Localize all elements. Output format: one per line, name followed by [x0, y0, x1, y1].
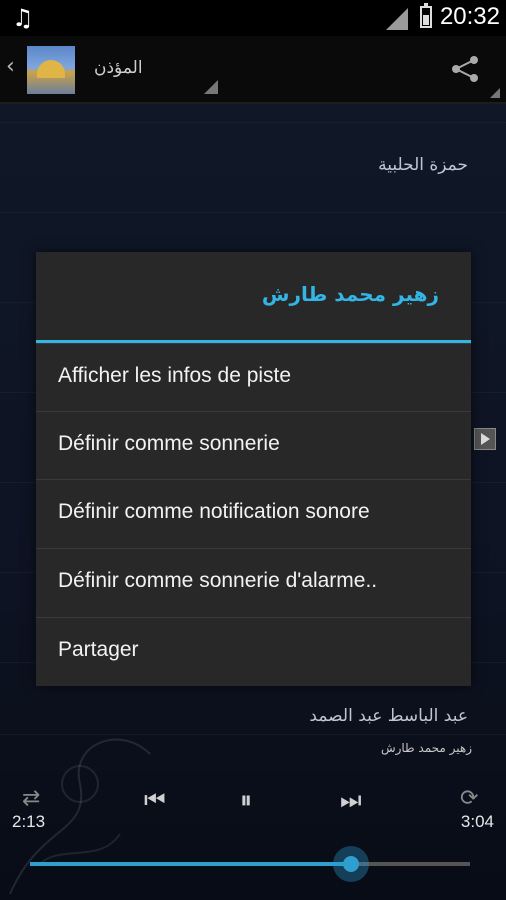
previous-icon[interactable]: ⏮	[144, 786, 166, 814]
seek-bar[interactable]	[30, 846, 470, 882]
action-bar-title: المؤذن	[94, 58, 143, 78]
share-icon[interactable]	[450, 54, 480, 84]
dialog-title: زهير محمد طارش	[261, 282, 439, 306]
battery-icon	[420, 3, 432, 28]
menu-item-track-info[interactable]: Afficher les infos de piste	[36, 343, 471, 411]
menu-item-label: Définir comme notification sonore	[58, 500, 370, 523]
action-bar: ‹ المؤذن	[0, 36, 506, 104]
menu-item-share[interactable]: Partager	[36, 617, 471, 685]
status-bar: ♫ 20:32	[0, 0, 506, 36]
dropdown-corner-icon	[204, 80, 218, 94]
menu-item-label: Définir comme sonnerie	[58, 432, 280, 455]
list-item-title[interactable]: حمزة الحلبية	[378, 155, 468, 175]
play-side-icon[interactable]	[474, 428, 496, 450]
music-note-icon: ♫	[12, 4, 34, 32]
back-chevron-icon[interactable]: ‹	[6, 54, 15, 79]
menu-item-set-alarm[interactable]: Définir comme sonnerie d'alarme..	[36, 548, 471, 616]
app-logo[interactable]	[27, 46, 75, 94]
seek-progress	[30, 862, 352, 866]
next-icon[interactable]: ⏭	[340, 786, 362, 814]
menu-item-label: Partager	[58, 638, 139, 661]
context-menu-dialog: زهير محمد طارش Afficher les infos de pis…	[36, 252, 471, 686]
list-item-title[interactable]: عبد الباسط عبد الصمد	[309, 706, 468, 726]
seek-knob[interactable]	[333, 846, 370, 882]
menu-item-label: Afficher les infos de piste	[58, 364, 292, 387]
pause-icon[interactable]: ⏸	[240, 786, 252, 814]
shuffle-icon[interactable]: ⇄	[22, 786, 40, 811]
total-time: 3:04	[460, 812, 494, 831]
signal-icon	[386, 8, 408, 30]
player-controls	[0, 740, 506, 900]
dialog-title-area: زهير محمد طارش	[36, 252, 471, 340]
status-clock: 20:32	[439, 3, 500, 30]
overflow-corner-icon	[490, 88, 500, 98]
repeat-icon[interactable]: ⟳	[460, 786, 478, 811]
menu-item-set-notification[interactable]: Définir comme notification sonore	[36, 479, 471, 547]
menu-item-label: Définir comme sonnerie d'alarme..	[58, 569, 378, 592]
menu-item-set-ringtone[interactable]: Définir comme sonnerie	[36, 411, 471, 479]
elapsed-time: 2:13	[12, 812, 46, 831]
